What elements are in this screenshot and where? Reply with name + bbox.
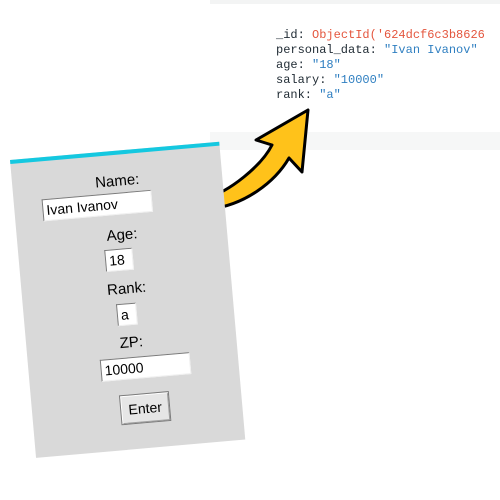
rank-label: Rank: <box>106 278 147 299</box>
entry-form-window: Name: Age: Rank: ZP: Enter <box>10 141 246 458</box>
enter-button[interactable]: Enter <box>118 391 172 426</box>
rank-field[interactable] <box>115 302 138 327</box>
age-field[interactable] <box>104 247 135 273</box>
age-label: Age: <box>105 225 139 245</box>
zp-field[interactable] <box>99 352 192 382</box>
zp-label: ZP: <box>119 333 144 353</box>
